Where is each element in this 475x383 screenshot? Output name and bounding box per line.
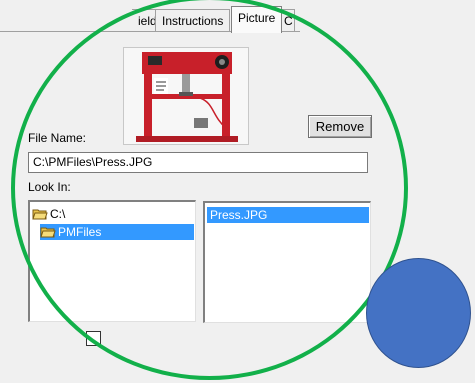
directory-item-root[interactable]: C:\ — [32, 206, 192, 222]
tab-picture[interactable]: Picture — [231, 6, 283, 33]
picture-preview — [123, 47, 249, 145]
blue-circle-marker — [366, 258, 471, 368]
directory-item-label: C:\ — [50, 207, 66, 221]
folder-open-icon — [32, 209, 48, 220]
file-item-press[interactable]: Press.JPG — [207, 207, 369, 223]
hydraulic-press-image — [124, 48, 248, 144]
tab-more-label: C — [284, 14, 293, 28]
option-checkbox[interactable] — [86, 331, 101, 346]
directory-list[interactable]: C:\ PMFiles — [28, 200, 196, 322]
remove-button-label: Remove — [315, 119, 365, 134]
file-item-label: Press.JPG — [210, 208, 268, 222]
look-in-label: Look In: — [28, 180, 71, 194]
tab-instructions[interactable]: Instructions — [155, 9, 231, 32]
tab-picture-label: Picture — [238, 11, 276, 25]
file-name-label: File Name: — [28, 131, 87, 145]
file-list[interactable]: Press.JPG — [203, 201, 371, 323]
file-name-field[interactable]: C:\PMFiles\Press.JPG — [28, 152, 368, 173]
remove-button[interactable]: Remove — [308, 115, 372, 138]
file-name-value: C:\PMFiles\Press.JPG — [33, 155, 153, 169]
directory-item-label: PMFiles — [58, 225, 102, 239]
folder-open-icon — [40, 227, 56, 238]
tab-more[interactable]: C — [281, 9, 295, 32]
directory-item-pmfiles[interactable]: PMFiles — [40, 224, 194, 240]
tab-instructions-label: Instructions — [162, 14, 224, 28]
